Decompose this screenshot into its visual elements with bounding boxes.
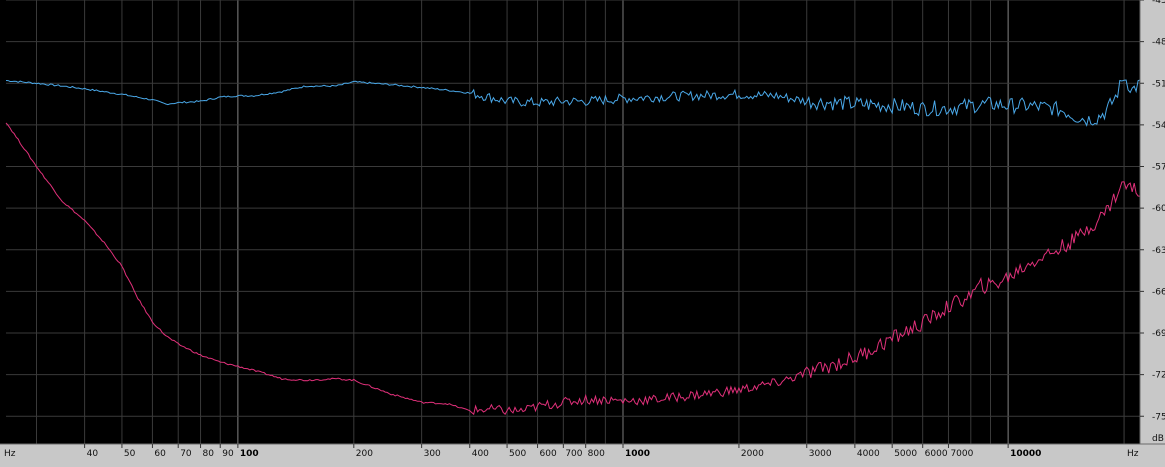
x-tick-label: 700: [565, 449, 582, 459]
y-axis-panel: [1140, 0, 1165, 467]
y-tick-label: -69: [1152, 329, 1165, 339]
spectrum-analyzer-window: -45 -48 -51 -54 -57 -60 -63 -66 -69 -72 -75 dB 40 50 6…: [0, 0, 1165, 467]
plot-area: [6, 0, 1140, 444]
x-tick-label: 10000: [1010, 449, 1041, 459]
x-tick-label: 90: [222, 449, 234, 459]
y-tick-label: -75: [1152, 412, 1165, 422]
x-tick-label: 4000: [857, 449, 880, 459]
x-tick-label: 50: [124, 449, 136, 459]
x-tick-label: 7000: [950, 449, 973, 459]
x-tick-label: 200: [356, 449, 373, 459]
x-tick-label: 300: [424, 449, 441, 459]
x-tick-label: 2000: [741, 449, 764, 459]
y-tick-label: -45: [1152, 0, 1165, 6]
x-tick-label: 80: [203, 449, 215, 459]
x-unit-label-right: Hz: [1127, 449, 1139, 459]
x-tick-label: 40: [87, 449, 99, 459]
x-tick-label: 60: [154, 449, 166, 459]
y-tick-label: -51: [1152, 79, 1165, 89]
x-tick-label: 5000: [894, 449, 917, 459]
x-unit-label-left: Hz: [4, 449, 16, 459]
x-tick-label: 100: [240, 449, 259, 459]
y-tick-label: -48: [1152, 38, 1165, 48]
x-tick-label: 70: [180, 449, 192, 459]
y-tick-label: -54: [1152, 121, 1165, 131]
frequency-response-chart: -45 -48 -51 -54 -57 -60 -63 -66 -69 -72 -75 dB 40 50 6…: [0, 0, 1165, 467]
x-tick-label: 600: [540, 449, 557, 459]
x-tick-label: 1000: [625, 449, 650, 459]
x-tick-label: 400: [472, 449, 489, 459]
y-unit-label: dB: [1152, 434, 1164, 444]
x-tick-label: 800: [588, 449, 605, 459]
y-tick-label: -57: [1152, 163, 1165, 173]
x-tick-label: 500: [509, 449, 526, 459]
y-tick-label: -72: [1152, 371, 1165, 381]
x-tick-label: 3000: [809, 449, 832, 459]
x-tick-label: 6000: [925, 449, 948, 459]
y-tick-label: -63: [1152, 246, 1165, 256]
y-tick-label: -60: [1152, 204, 1165, 214]
y-tick-label: -66: [1152, 287, 1165, 297]
